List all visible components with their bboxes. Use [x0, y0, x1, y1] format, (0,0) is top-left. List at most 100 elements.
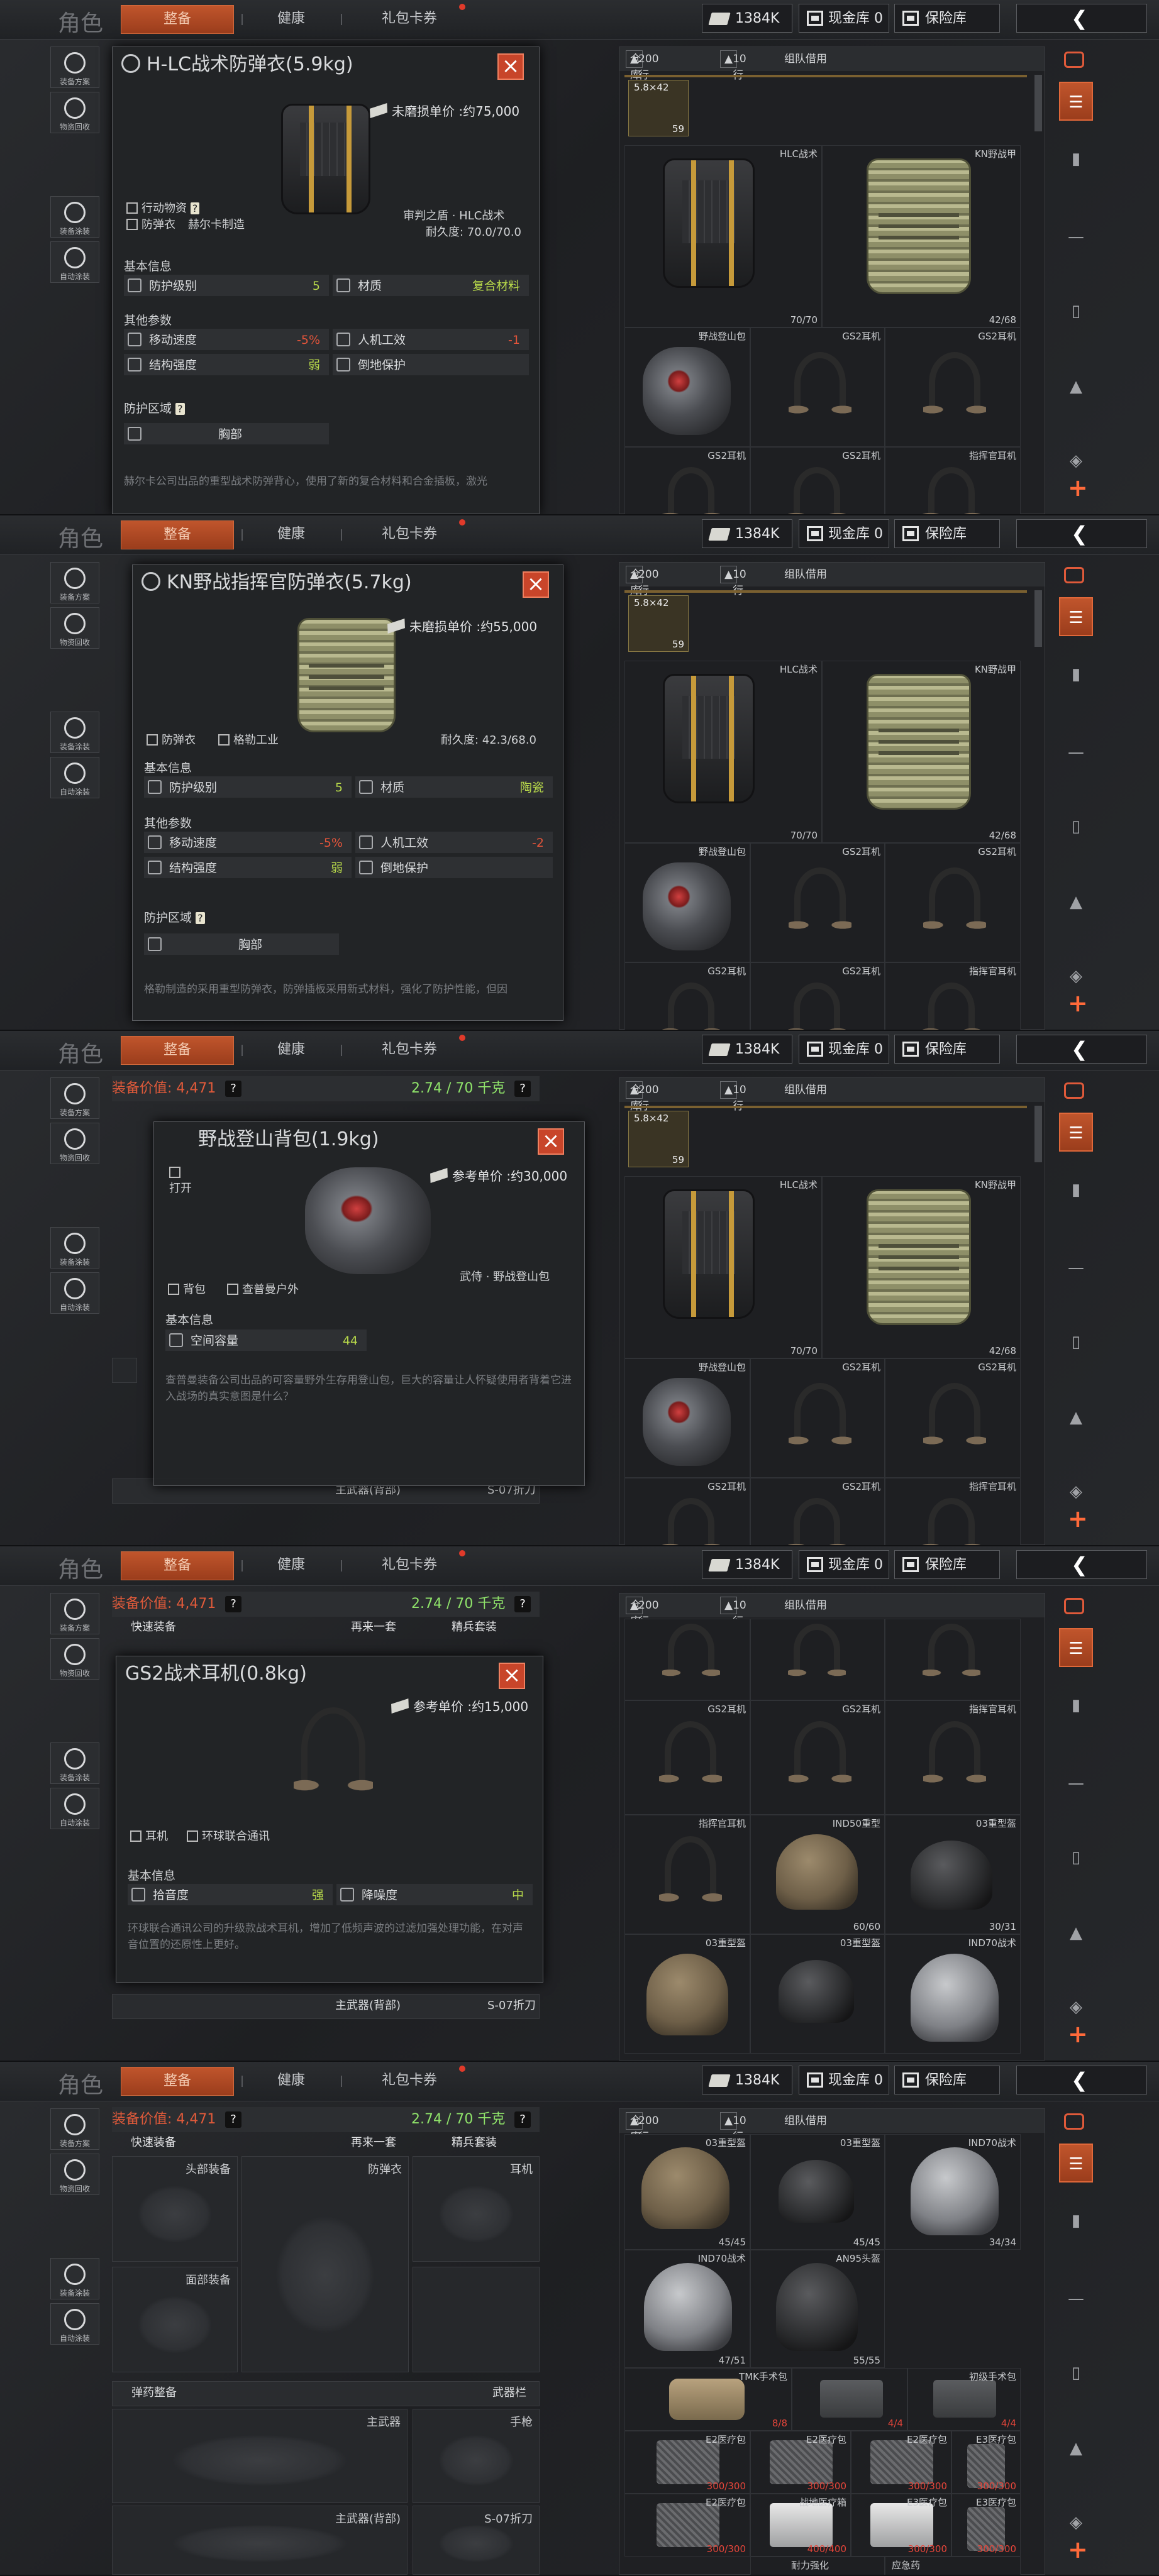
- sort-icon[interactable]: [1064, 2113, 1084, 2130]
- warehouse-label[interactable]: 仓库 ▲ 200行: [626, 566, 659, 597]
- sidebar-recycle[interactable]: 物资回收: [50, 2154, 99, 2195]
- category-all[interactable]: ☰: [1059, 1113, 1093, 1152]
- tab-equip[interactable]: 整备: [121, 1036, 234, 1065]
- money-display[interactable]: 1384K: [702, 519, 792, 548]
- category-rifle-icon[interactable]: —: [1059, 217, 1093, 256]
- warehouse-item[interactable]: 战地医疗箱 400/400: [750, 2494, 851, 2557]
- warehouse-item[interactable]: E2医疗包 300/300: [624, 2431, 750, 2494]
- tab-health[interactable]: 健康: [250, 2067, 332, 2094]
- rows-selector[interactable]: ▲ 10行: [720, 50, 746, 82]
- sidebar-paint[interactable]: 装备涂装: [50, 712, 99, 753]
- warehouse-item[interactable]: IND50重型 60/60: [750, 1815, 885, 1934]
- warehouse-item[interactable]: GS2耳机: [624, 1478, 750, 1545]
- sidebar-autopaint[interactable]: 自动涂装: [50, 757, 99, 798]
- category-mag-icon[interactable]: ▯: [1059, 807, 1093, 846]
- sidebar-autopaint[interactable]: 自动涂装: [50, 1788, 99, 1829]
- category-mag-icon[interactable]: ▯: [1059, 2353, 1093, 2392]
- warehouse-item[interactable]: 03重型盔 45/45: [624, 2134, 750, 2250]
- tab-equip[interactable]: 整备: [121, 5, 234, 34]
- warehouse-item[interactable]: KN野战甲 42/68: [822, 1176, 1021, 1358]
- warehouse-item[interactable]: GS2耳机: [624, 447, 750, 514]
- tab-equip[interactable]: 整备: [121, 1551, 234, 1580]
- category-all[interactable]: ☰: [1059, 82, 1093, 121]
- warehouse-item[interactable]: [885, 1619, 1021, 1700]
- sidebar-loadout[interactable]: 装备方案: [50, 1077, 99, 1119]
- again-button[interactable]: 再来一套: [351, 1618, 396, 1637]
- sidebar-autopaint[interactable]: 自动涂装: [50, 1272, 99, 1314]
- warehouse-item[interactable]: HLC战术 70/70: [624, 661, 822, 843]
- sort-icon[interactable]: [1064, 1082, 1084, 1099]
- rows-selector[interactable]: ▲ 10行: [720, 566, 746, 597]
- cash-vault-button[interactable]: 现金库 0: [799, 4, 889, 33]
- warehouse-item[interactable]: E3医疗包 300/300: [851, 2494, 951, 2557]
- warehouse-item[interactable]: [750, 1619, 885, 1700]
- head-slot[interactable]: 头部装备: [112, 2156, 238, 2262]
- tab-gift[interactable]: 礼包卡券: [350, 1551, 469, 1579]
- sidebar-recycle[interactable]: 物资回收: [50, 92, 99, 133]
- warehouse-item[interactable]: GS2耳机: [624, 962, 750, 1030]
- back-button[interactable]: ❮: [1016, 1035, 1147, 1064]
- sidebar-recycle[interactable]: 物资回收: [50, 1123, 99, 1164]
- warehouse-item[interactable]: E3医疗包 300/300: [951, 2494, 1021, 2557]
- category-rifle-icon[interactable]: —: [1059, 1248, 1093, 1287]
- ammo-item[interactable]: 5.8×42 59: [628, 595, 689, 652]
- ammo-item[interactable]: 5.8×42 59: [628, 80, 689, 136]
- warehouse-item[interactable]: 03重型盔 30/31: [885, 1815, 1021, 1934]
- rows-selector[interactable]: ▲ 10行: [720, 1081, 746, 1113]
- sort-icon[interactable]: [1064, 1598, 1084, 1614]
- category-vest-icon[interactable]: ▮: [1059, 140, 1093, 179]
- sidebar-paint[interactable]: 装备涂装: [50, 2258, 99, 2299]
- warehouse-item[interactable]: GS2耳机: [750, 328, 885, 447]
- warehouse-item[interactable]: 野战登山包: [624, 1358, 750, 1478]
- safe-vault-button[interactable]: 保险库: [894, 4, 1000, 33]
- tab-health[interactable]: 健康: [250, 1036, 332, 1064]
- expand-plus-icon[interactable]: +: [1068, 1505, 1088, 1533]
- tab-health[interactable]: 健康: [250, 1551, 332, 1579]
- close-button[interactable]: ×: [523, 571, 549, 598]
- warehouse-item[interactable]: GS2耳机: [750, 962, 885, 1030]
- warehouse-item[interactable]: KN野战甲 42/68: [822, 661, 1021, 843]
- category-all[interactable]: ☰: [1059, 597, 1093, 636]
- close-button[interactable]: ×: [499, 1663, 525, 1689]
- tab-equip[interactable]: 整备: [121, 520, 234, 549]
- warehouse-item[interactable]: IND70战术 34/34: [885, 2134, 1021, 2250]
- safe-vault-button[interactable]: 保险库: [894, 1035, 1000, 1064]
- expand-plus-icon[interactable]: +: [1068, 474, 1088, 502]
- category-all[interactable]: ☰: [1059, 2144, 1093, 2182]
- warehouse-label[interactable]: 仓库 ▲ 200行: [626, 1597, 659, 1628]
- warehouse-item[interactable]: 指挥官耳机: [885, 1700, 1021, 1815]
- warehouse-label[interactable]: 仓库 ▲ 200行: [626, 2112, 659, 2144]
- warehouse-item[interactable]: 4/4: [792, 2368, 907, 2431]
- vest-slot[interactable]: 防弹衣: [241, 2156, 409, 2372]
- open-button[interactable]: 打开: [169, 1166, 192, 1196]
- warehouse-item[interactable]: E3医疗包 300/300: [951, 2431, 1021, 2494]
- tab-gift[interactable]: 礼包卡券: [350, 1036, 469, 1064]
- warehouse-item[interactable]: 应急药: [885, 2557, 1021, 2575]
- warehouse-item[interactable]: 初级手术包 4/4: [907, 2368, 1021, 2431]
- category-vest-icon[interactable]: ▮: [1059, 1686, 1093, 1725]
- warehouse-item[interactable]: TMK手术包 8/8: [624, 2368, 792, 2431]
- warehouse-item[interactable]: 指挥官耳机: [885, 1478, 1021, 1545]
- warehouse-item[interactable]: E2医疗包 300/300: [750, 2431, 851, 2494]
- safe-vault-button[interactable]: 保险库: [894, 1550, 1000, 1579]
- scrollbar[interactable]: [1034, 590, 1042, 647]
- warehouse-item[interactable]: GS2耳机: [750, 1478, 885, 1545]
- back-button[interactable]: ❮: [1016, 1550, 1147, 1579]
- warehouse-item[interactable]: 03重型盔: [624, 1934, 750, 2054]
- sidebar-loadout[interactable]: 装备方案: [50, 562, 99, 603]
- rows-selector[interactable]: ▲ 10行: [720, 2112, 746, 2144]
- sidebar-recycle[interactable]: 物资回收: [50, 607, 99, 649]
- elite-button[interactable]: 精兵套装: [452, 2133, 497, 2152]
- ear-slot[interactable]: 耳机: [413, 2156, 540, 2262]
- sidebar-autopaint[interactable]: 自动涂装: [50, 241, 99, 283]
- category-mag-icon[interactable]: ▯: [1059, 292, 1093, 331]
- warehouse-item[interactable]: GS2耳机: [750, 447, 885, 514]
- category-grenade-icon[interactable]: ▲: [1059, 1398, 1093, 1437]
- elite-button[interactable]: 精兵套装: [452, 1618, 497, 1637]
- safe-vault-button[interactable]: 保险库: [894, 2066, 1000, 2094]
- close-button[interactable]: ×: [497, 53, 524, 80]
- money-display[interactable]: 1384K: [702, 4, 792, 33]
- face-slot[interactable]: 面部装备: [112, 2267, 238, 2372]
- scrollbar[interactable]: [1034, 1106, 1042, 1162]
- category-all[interactable]: ☰: [1059, 1628, 1093, 1667]
